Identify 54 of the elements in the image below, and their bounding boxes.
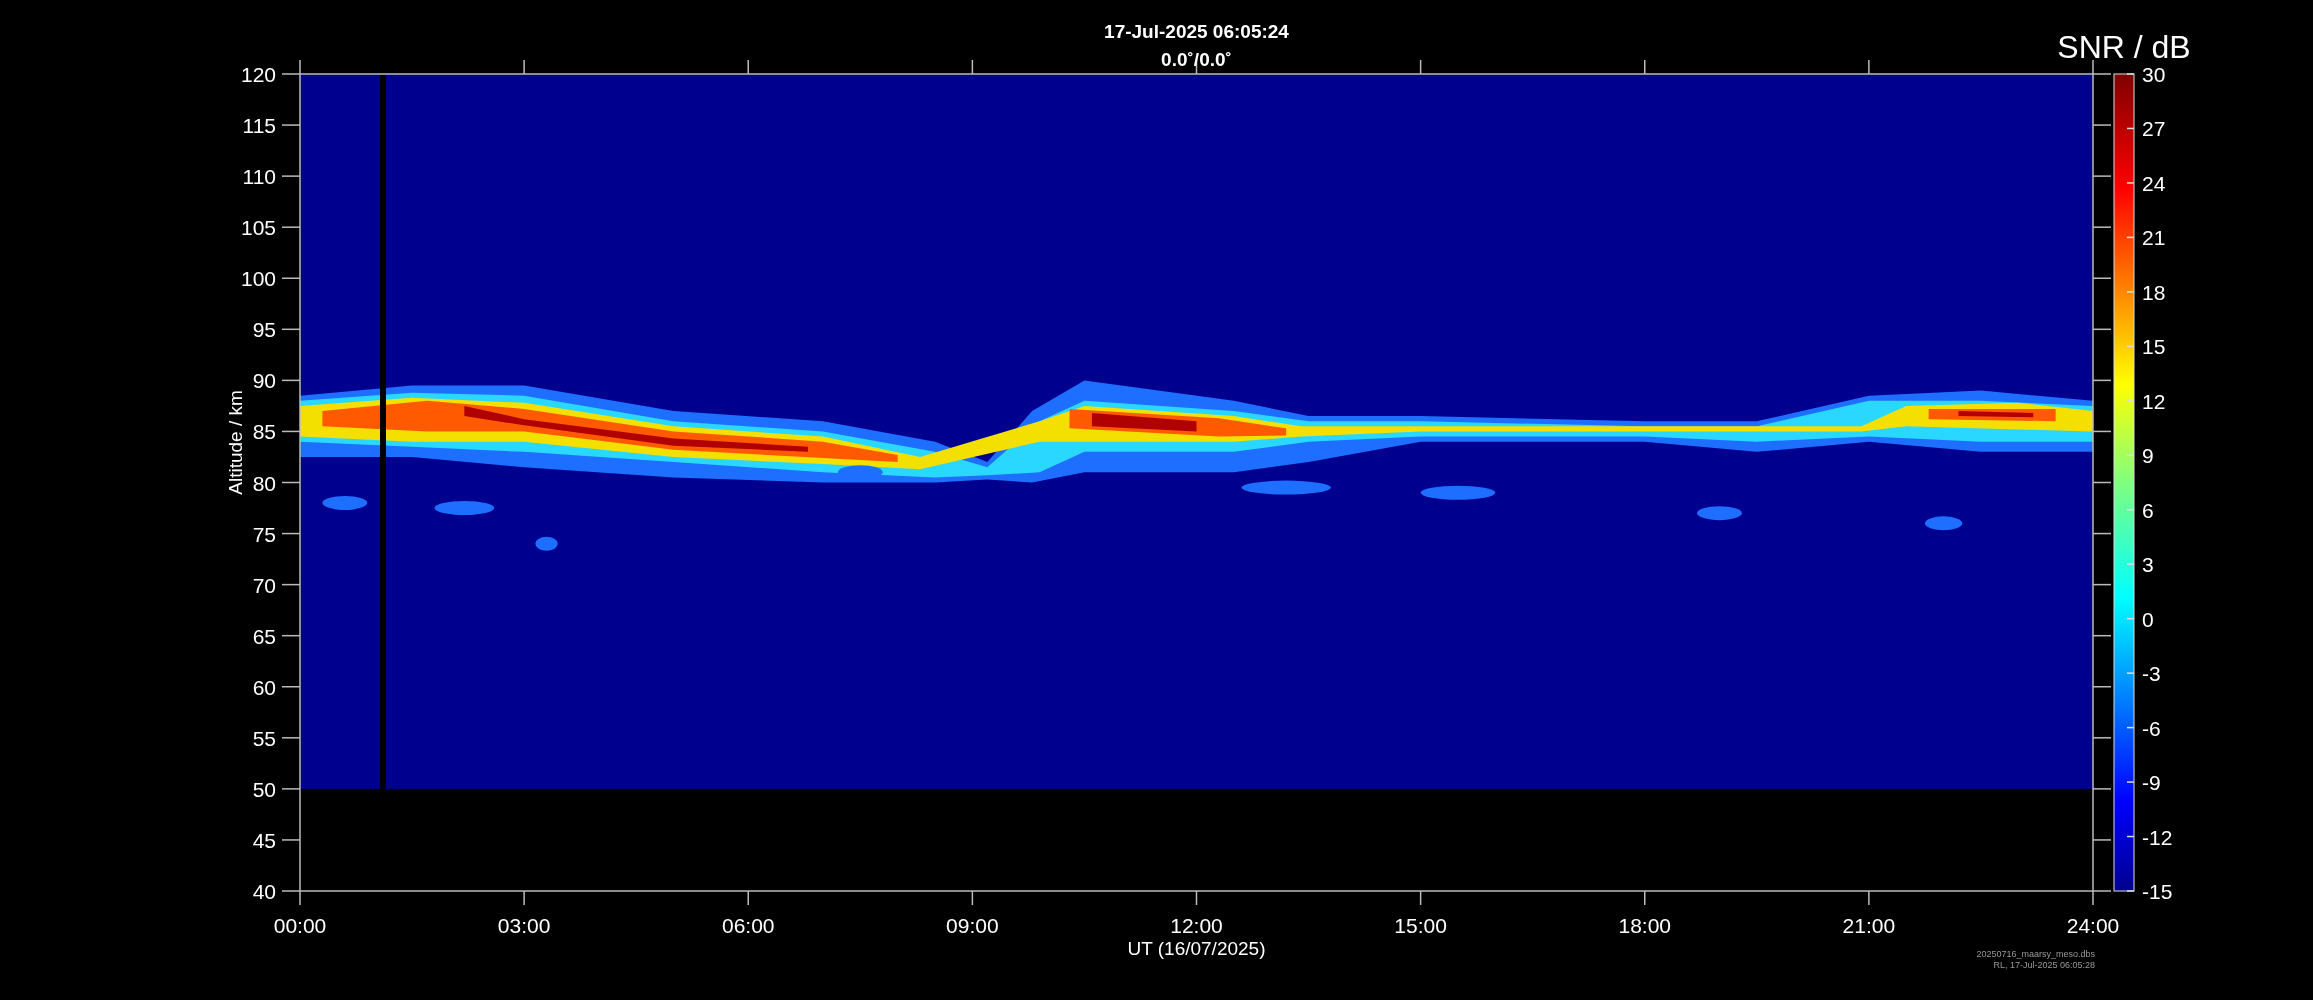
axis-tick-label: 120: [240, 63, 276, 86]
axis-tick-label: 21:00: [1842, 914, 1896, 937]
colorbar-tick-label: 9: [2142, 444, 2154, 468]
colorbar-tick-label: 6: [2142, 498, 2154, 522]
plot-title: 17-Jul-2025 06:05:24: [1104, 21, 1289, 42]
axis-tick-label: 90: [252, 369, 276, 393]
echo-patch: [1697, 506, 1742, 521]
colorbar-tick-label: 27: [2142, 117, 2166, 141]
colorbar-tick-label: -9: [2142, 771, 2161, 795]
axis-tick-label: 03:00: [497, 914, 551, 937]
colorbar-tick-label: 15: [2142, 335, 2166, 359]
axis-tick-label: 65: [252, 624, 276, 648]
echo-patch: [434, 501, 495, 516]
plot-subtitle: 0.0˚/0.0˚: [1161, 49, 1232, 70]
footer-text: 20250716_maarsy_meso.dbs: [1976, 949, 2095, 959]
axis-tick-label: 60: [252, 675, 276, 699]
echo-patch: [322, 495, 368, 510]
axis-tick-label: 70: [252, 573, 276, 597]
colorbar-tick-label: 24: [2142, 171, 2166, 195]
axis-tick-label: 45: [252, 828, 276, 852]
colorbar-tick-label: 3: [2142, 553, 2154, 577]
axis-tick-label: 100: [240, 267, 276, 291]
axis-tick-label: 50: [252, 777, 276, 801]
axis-title: Altitude / km: [225, 390, 246, 495]
colorbar-tick-label: 12: [2142, 389, 2166, 413]
axis-title: UT (16/07/2025): [1127, 938, 1266, 959]
colorbar-tick-label: -6: [2142, 716, 2161, 740]
axis-tick-label: 80: [252, 471, 276, 495]
axis-tick-label: 40: [252, 880, 276, 903]
colorbar-tick-label: 30: [2142, 63, 2166, 86]
colorbar-tick-label: 21: [2142, 226, 2166, 250]
axis-tick-label: 55: [252, 726, 276, 750]
colorbar-tick-label: 0: [2142, 607, 2154, 631]
echo-patch: [535, 536, 558, 551]
axis-tick-label: 00:00: [273, 914, 327, 937]
axis-tick-label: 18:00: [1618, 914, 1672, 937]
axis-tick-label: 85: [252, 420, 276, 444]
axis-tick-label: 110: [242, 165, 276, 189]
colorbar-tick-label: 18: [2142, 280, 2166, 304]
colorbar-title: SNR / dB: [2057, 29, 2191, 65]
echo-patch: [1924, 516, 1963, 531]
colorbar-tick-label: -12: [2142, 825, 2173, 849]
axis-tick-label: 09:00: [946, 914, 999, 937]
axis-tick-label: 24:00: [2066, 914, 2120, 937]
axis-tick-label: 115: [242, 114, 276, 138]
axis-tick-label: 105: [240, 216, 276, 240]
axis-tick-label: 75: [252, 522, 276, 546]
colorbar-tick-label: -3: [2142, 662, 2161, 686]
axis-tick-label: 12:00: [1170, 914, 1223, 937]
axis-tick-label: 06:00: [721, 914, 775, 937]
axis-tick-label: 15:00: [1394, 914, 1447, 937]
footer-text: RL, 17-Jul-2025 06:05:28: [1993, 960, 2095, 970]
axis-tick-label: 95: [252, 318, 276, 342]
colorbar-tick-label: -15: [2142, 880, 2173, 903]
